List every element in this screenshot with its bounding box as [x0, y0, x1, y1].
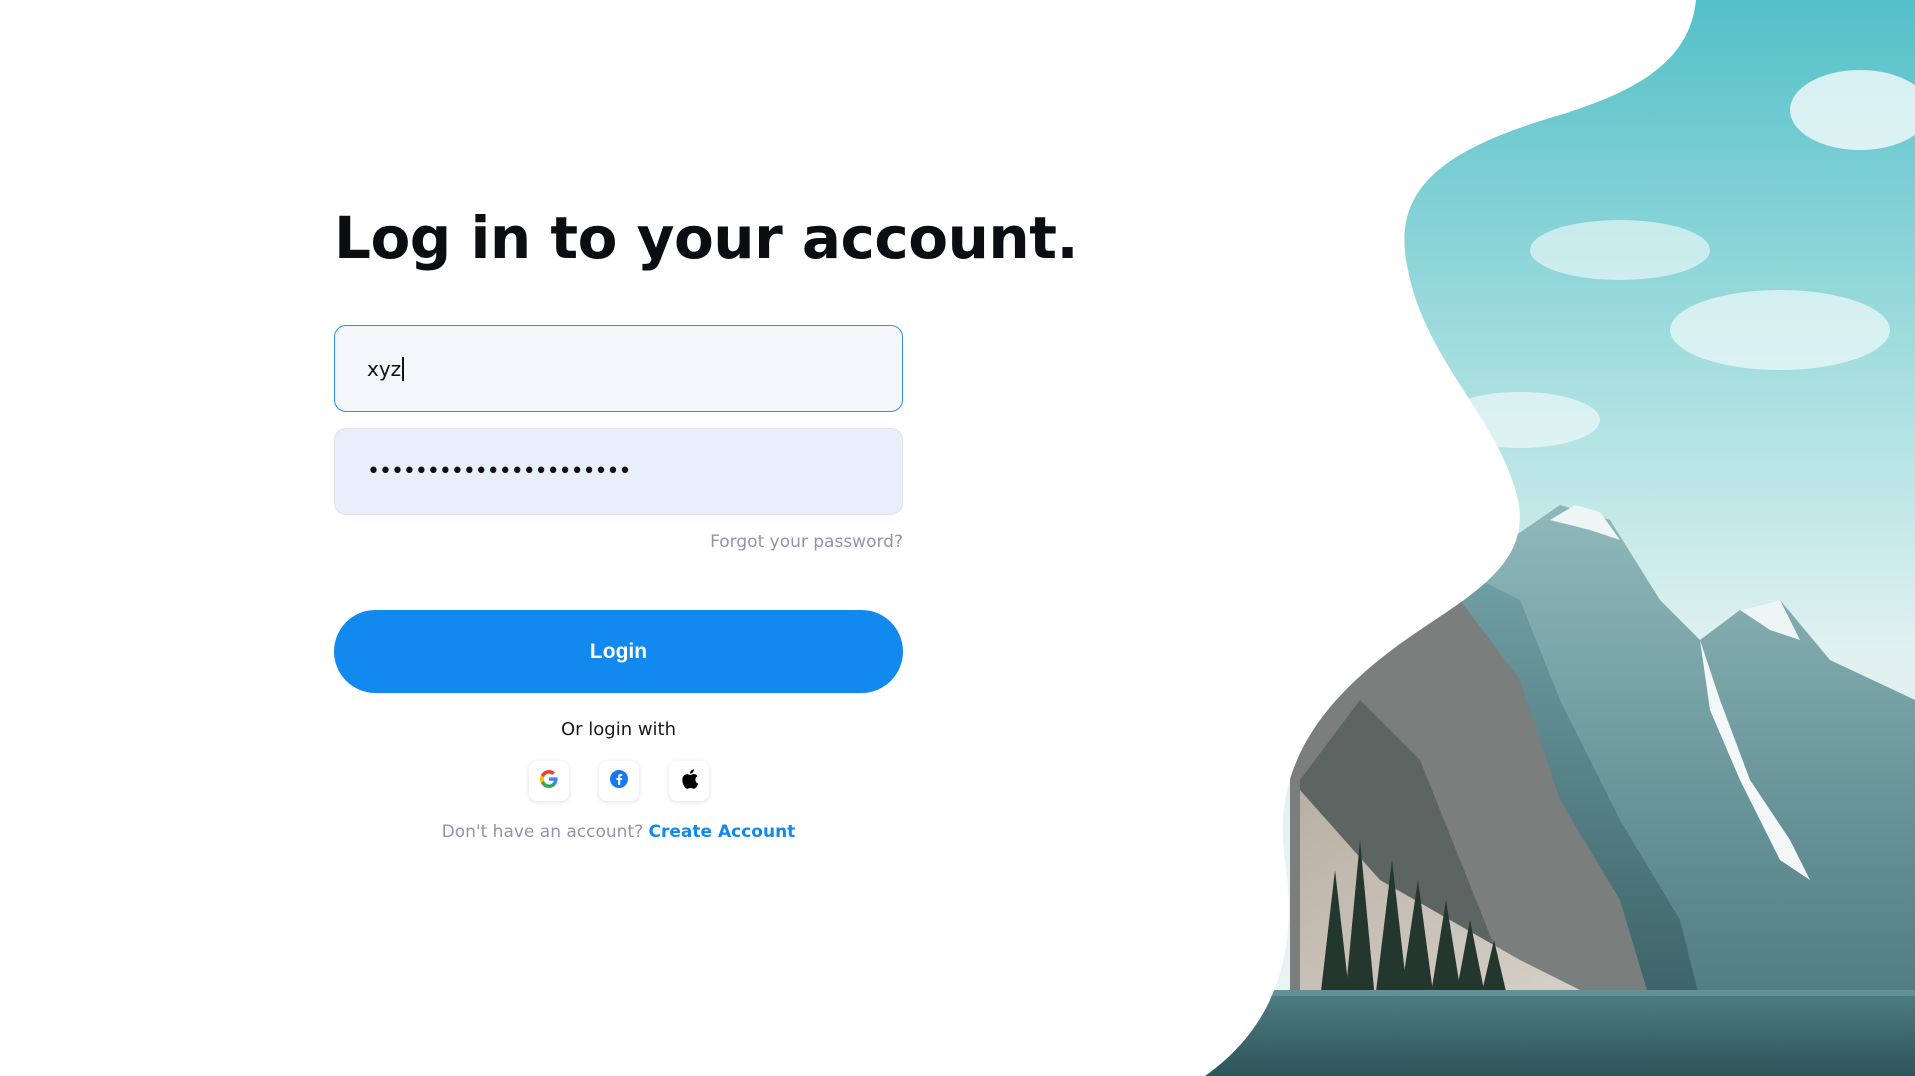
- password-input[interactable]: ••••••••••••••••••••••: [334, 428, 903, 515]
- username-input[interactable]: xyz: [334, 325, 903, 412]
- login-form: Log in to your account. xyz ••••••••••••…: [334, 200, 1078, 842]
- or-login-with-label: Or login with: [560, 719, 677, 740]
- username-value: xyz: [367, 356, 402, 381]
- landscape-illustration: [0, 0, 1915, 1076]
- facebook-login-button[interactable]: [599, 761, 639, 801]
- forgot-password-link[interactable]: Forgot your password?: [710, 532, 903, 552]
- signup-prompt-text: Don't have an account?: [441, 822, 644, 842]
- login-button[interactable]: Login: [334, 610, 903, 693]
- signup-prompt: Don't have an account? Create Account: [334, 822, 903, 842]
- page-title: Log in to your account.: [334, 204, 1078, 272]
- create-account-link[interactable]: Create Account: [649, 822, 796, 842]
- facebook-icon: [609, 769, 629, 793]
- apple-icon: [679, 768, 699, 794]
- login-page: Log in to your account. xyz ••••••••••••…: [0, 0, 1915, 1076]
- apple-login-button[interactable]: [669, 761, 709, 801]
- google-login-button[interactable]: [529, 761, 569, 801]
- social-login-row: [529, 761, 709, 801]
- password-value: ••••••••••••••••••••••: [367, 459, 631, 484]
- text-caret: [402, 356, 404, 381]
- google-icon: [539, 769, 559, 793]
